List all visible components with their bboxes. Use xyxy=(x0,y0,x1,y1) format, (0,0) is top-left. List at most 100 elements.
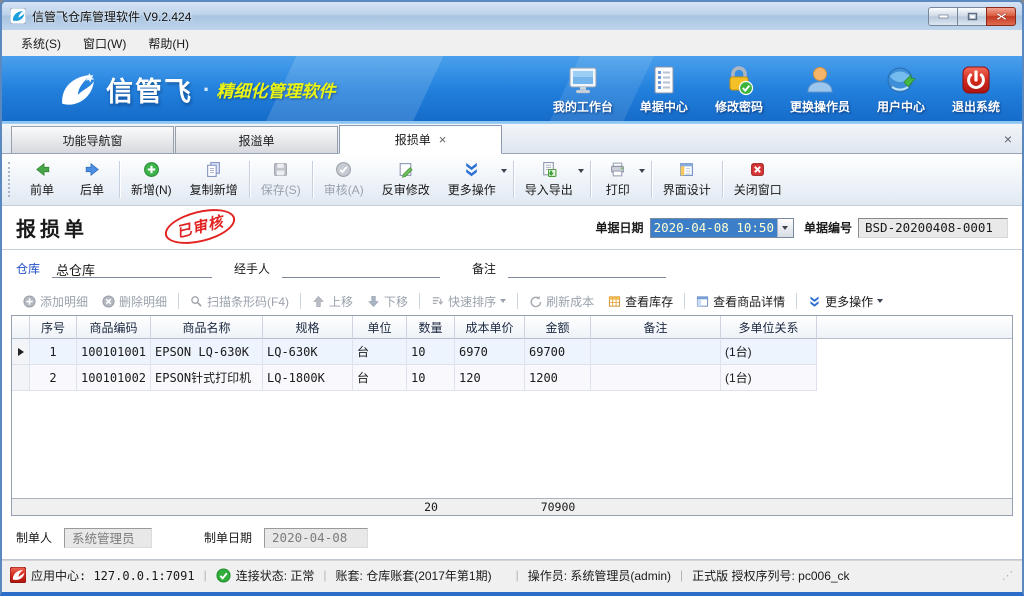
prev-order-button[interactable]: 前单 xyxy=(17,156,67,203)
more-actions-button[interactable]: 更多操作 xyxy=(439,156,505,203)
col-header-note[interactable]: 备注 xyxy=(591,316,721,339)
toolbar-drag-handle[interactable] xyxy=(8,162,13,197)
change-password-button[interactable]: 修改密码 xyxy=(715,64,763,115)
col-header-spec[interactable]: 规格 xyxy=(263,316,353,339)
tab-nav-window[interactable]: 功能导航窗 xyxy=(11,126,174,153)
agent-field[interactable] xyxy=(282,260,440,278)
cell-unit[interactable]: 台 xyxy=(353,339,407,365)
col-header-price[interactable]: 成本单价 xyxy=(455,316,525,339)
move-down-button[interactable]: 下移 xyxy=(361,290,414,313)
close-window-icon xyxy=(749,161,766,178)
double-chevron-down-icon xyxy=(463,161,480,178)
grid-header-row: 序号 商品编码 商品名称 规格 单位 数量 成本单价 金额 备注 多单位关系 xyxy=(12,316,1012,339)
view-product-detail-button[interactable]: 查看商品详情 xyxy=(690,290,791,313)
table-row[interactable]: 2 100101002 EPSON针式打印机 LQ-1800K 台 10 120… xyxy=(12,365,1012,391)
brand-name: 信管飞 xyxy=(106,70,193,109)
save-floppy-icon xyxy=(272,161,289,178)
cell-code[interactable]: 100101001 xyxy=(77,339,151,365)
cell-qty[interactable]: 10 xyxy=(407,365,455,391)
cell-amount[interactable]: 1200 xyxy=(525,365,591,391)
table-row[interactable]: 1 100101001 EPSON LQ-630K LQ-630K 台 10 6… xyxy=(12,339,1012,365)
col-header-name[interactable]: 商品名称 xyxy=(151,316,263,339)
grid-more-actions-button[interactable]: 更多操作 xyxy=(802,290,889,313)
my-workbench-button[interactable]: 我的工作台 xyxy=(553,64,613,115)
close-window-button[interactable]: 关闭窗口 xyxy=(725,156,791,203)
menu-system[interactable]: 系统(S) xyxy=(10,31,72,56)
col-header-qty[interactable]: 数量 xyxy=(407,316,455,339)
scan-barcode-button[interactable]: 扫描条形码(F4) xyxy=(184,290,295,313)
ui-design-button[interactable]: 界面设计 xyxy=(654,156,720,203)
operator-person-icon xyxy=(804,64,836,96)
print-button[interactable]: 打印 xyxy=(593,156,643,203)
tab-loss-order[interactable]: 报损单 × xyxy=(339,125,502,154)
move-up-button[interactable]: 上移 xyxy=(306,290,359,313)
cell-multi-unit[interactable]: (1台) xyxy=(721,365,817,391)
add-new-button[interactable]: 新增(N) xyxy=(122,156,181,203)
cell-price[interactable]: 6970 xyxy=(455,339,525,365)
tab-nav-window-label: 功能导航窗 xyxy=(62,132,122,149)
cell-amount[interactable]: 69700 xyxy=(525,339,591,365)
minimize-button[interactable] xyxy=(928,7,958,26)
menu-window[interactable]: 窗口(W) xyxy=(72,31,137,56)
print-dropdown-icon[interactable] xyxy=(639,173,645,187)
close-button[interactable] xyxy=(986,7,1016,26)
col-header-amount[interactable]: 金额 xyxy=(525,316,591,339)
connection-text: 连接状态: 正常 xyxy=(236,567,315,584)
copy-pages-icon xyxy=(205,161,222,178)
col-header-multi-unit[interactable]: 多单位关系 xyxy=(721,316,817,339)
maximize-button[interactable] xyxy=(957,7,987,26)
cell-qty[interactable]: 10 xyxy=(407,339,455,365)
app-center-status: 应用中心: 127.0.0.1:7091 xyxy=(10,567,195,584)
col-header-unit[interactable]: 单位 xyxy=(353,316,407,339)
cell-seq[interactable]: 2 xyxy=(30,365,77,391)
view-stock-button[interactable]: 查看库存 xyxy=(602,290,679,313)
cell-note[interactable] xyxy=(591,365,721,391)
view-product-detail-label: 查看商品详情 xyxy=(713,293,785,310)
date-dropdown-icon[interactable] xyxy=(777,219,793,237)
document-center-button[interactable]: 单据中心 xyxy=(640,64,688,115)
cell-multi-unit[interactable]: (1台) xyxy=(721,339,817,365)
cell-seq[interactable]: 1 xyxy=(30,339,77,365)
cell-price[interactable]: 120 xyxy=(455,365,525,391)
detail-grid-area: 序号 商品编码 商品名称 规格 单位 数量 成本单价 金额 备注 多单位关系 1… xyxy=(2,315,1022,516)
cell-name[interactable]: EPSON针式打印机 xyxy=(151,365,263,391)
grid-double-chevron-icon xyxy=(808,295,821,308)
import-export-dropdown-icon[interactable] xyxy=(578,173,584,187)
move-down-label: 下移 xyxy=(384,293,408,310)
col-header-code[interactable]: 商品编码 xyxy=(77,316,151,339)
audit-button[interactable]: 审核(A) xyxy=(315,156,373,203)
import-export-button[interactable]: 导入导出 xyxy=(516,156,582,203)
copy-new-button[interactable]: 复制新增 xyxy=(181,156,247,203)
switch-operator-button[interactable]: 更换操作员 xyxy=(790,64,850,115)
quick-sort-button[interactable]: 快速排序 xyxy=(425,290,512,313)
tabbar-close-icon[interactable]: × xyxy=(1004,131,1012,147)
remark-field[interactable] xyxy=(508,260,666,278)
resize-grip[interactable]: ⋰ xyxy=(1002,569,1014,582)
delete-detail-button[interactable]: 删除明细 xyxy=(96,290,173,313)
cell-unit[interactable]: 台 xyxy=(353,365,407,391)
menu-help[interactable]: 帮助(H) xyxy=(137,31,200,56)
col-header-seq[interactable]: 序号 xyxy=(30,316,77,339)
refresh-cost-icon xyxy=(529,295,542,308)
user-center-button[interactable]: 用户中心 xyxy=(877,64,925,115)
cell-note[interactable] xyxy=(591,339,721,365)
more-actions-dropdown-icon[interactable] xyxy=(501,173,507,187)
next-order-button[interactable]: 后单 xyxy=(67,156,117,203)
save-button[interactable]: 保存(S) xyxy=(252,156,310,203)
refresh-cost-label: 刷新成本 xyxy=(546,293,594,310)
add-detail-button[interactable]: 添加明细 xyxy=(17,290,94,313)
brand-logo-icon xyxy=(54,68,98,112)
tab-overflow-order[interactable]: 报溢单 xyxy=(175,126,338,153)
main-toolbar: 前单 后单 新增(N) 复制新增 保存(S) xyxy=(2,154,1022,206)
view-stock-grid-icon xyxy=(608,295,621,308)
date-field[interactable]: 2020-04-08 10:50 xyxy=(650,218,794,238)
cell-spec[interactable]: LQ-1800K xyxy=(263,365,353,391)
cell-code[interactable]: 100101002 xyxy=(77,365,151,391)
tab-close-icon[interactable]: × xyxy=(439,133,447,146)
refresh-cost-button[interactable]: 刷新成本 xyxy=(523,290,600,313)
unaudit-button[interactable]: 反审修改 xyxy=(373,156,439,203)
exit-system-button[interactable]: 退出系统 xyxy=(952,64,1000,115)
cell-spec[interactable]: LQ-630K xyxy=(263,339,353,365)
cell-name[interactable]: EPSON LQ-630K xyxy=(151,339,263,365)
warehouse-field[interactable]: 总仓库 xyxy=(52,260,212,278)
